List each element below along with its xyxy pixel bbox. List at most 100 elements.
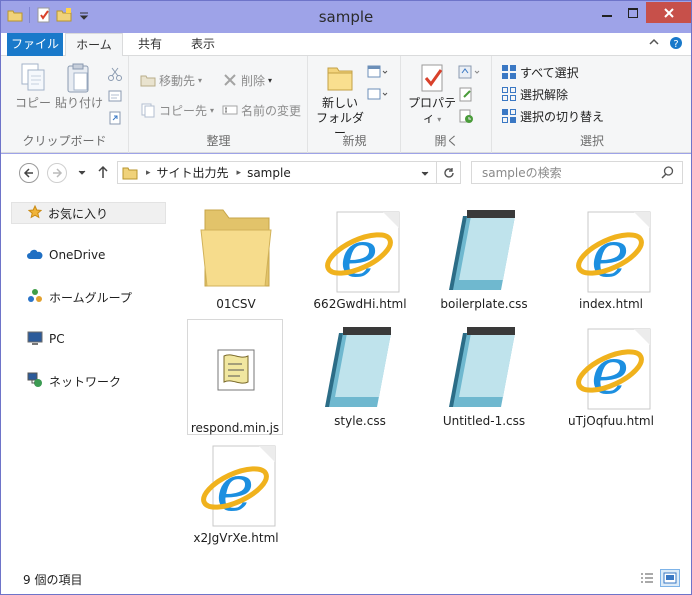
ie-html-file-icon: e: [179, 436, 293, 528]
svg-text:e: e: [591, 335, 629, 409]
file-item[interactable]: respond.min.js: [187, 319, 283, 435]
properties-button[interactable]: プロパティ ▾: [404, 62, 460, 127]
tab-view[interactable]: 表示: [177, 33, 229, 56]
select-group-label: 選択: [579, 134, 604, 148]
file-item[interactable]: 01CSV: [179, 196, 293, 312]
edit-icon[interactable]: [458, 84, 474, 104]
maximize-button[interactable]: [620, 2, 646, 23]
item-count: 9 個の項目: [23, 573, 83, 587]
details-view-icon: [641, 573, 653, 583]
select-none-button[interactable]: 選択解除: [501, 84, 568, 104]
file-item[interactable]: e 662GwdHi.html: [303, 196, 417, 312]
select-none-icon: [501, 86, 517, 102]
organize-group-label: 整理: [206, 134, 231, 148]
folder-icon: [179, 202, 293, 294]
invert-selection-icon: [501, 108, 517, 124]
tab-home[interactable]: ホーム: [65, 33, 123, 57]
pc-icon: [27, 330, 43, 349]
copy-path-icon[interactable]: [107, 86, 123, 106]
new-group-label: 新規: [342, 134, 367, 148]
open-icon[interactable]: [458, 62, 482, 82]
paste-icon: [63, 62, 95, 94]
notepad-css-file-icon: [303, 319, 417, 411]
cut-icon[interactable]: [107, 64, 123, 84]
refresh-button[interactable]: [436, 162, 460, 183]
search-icon[interactable]: [661, 166, 674, 179]
move-to-icon: [140, 72, 156, 88]
select-all-button[interactable]: すべて選択: [501, 62, 579, 82]
window-title: sample: [318, 8, 374, 26]
file-item[interactable]: e index.html: [554, 196, 668, 312]
recent-locations-icon[interactable]: [77, 167, 87, 181]
address-field[interactable]: ▸ サイト出力先 ▸ sample: [117, 161, 461, 184]
delete-button[interactable]: 削除 ▾: [222, 70, 272, 90]
nav-homegroup[interactable]: ホームグループ: [27, 287, 132, 307]
cloud-icon: [27, 248, 43, 263]
file-item[interactable]: e uTjOqfuu.html: [554, 313, 668, 429]
script-file-icon: [188, 326, 282, 418]
organize-group: 移動先 ▾ コピー先 ▾ 削除 ▾ 名前の変更 整理: [130, 56, 308, 153]
navigation-pane: お気に入り OneDrive ホームグループ PC ネットワーク: [1, 192, 171, 565]
ribbon: コピー 貼り付け クリップボード 移動先 ▾ コピー先 ▾ 削除 ▾ 名前の変更…: [1, 56, 691, 153]
new-item-icon[interactable]: [367, 62, 389, 82]
clipboard-group: コピー 貼り付け クリップボード: [1, 56, 129, 153]
minimize-button[interactable]: [594, 2, 620, 23]
breadcrumb-sample[interactable]: sample: [247, 166, 291, 180]
collapse-ribbon-icon[interactable]: [649, 37, 659, 50]
search-box[interactable]: sampleの検索: [471, 161, 683, 184]
svg-text:e: e: [340, 218, 378, 292]
clipboard-group-label: クリップボード: [22, 134, 107, 148]
file-item[interactable]: style.css: [303, 313, 417, 429]
status-bar: 9 個の項目: [1, 565, 691, 594]
address-dropdown-icon[interactable]: [420, 168, 430, 182]
new-group: 新しい フォルダー 新規: [309, 56, 401, 153]
rename-button[interactable]: 名前の変更: [222, 100, 301, 120]
new-folder-icon: [324, 62, 356, 94]
copy-button[interactable]: コピー: [15, 62, 51, 111]
rename-icon: [222, 102, 238, 118]
up-button[interactable]: [97, 165, 109, 182]
easy-access-icon[interactable]: [367, 84, 389, 104]
new-folder-button[interactable]: 新しい フォルダー: [313, 62, 367, 141]
back-button[interactable]: [19, 163, 39, 183]
folder-icon: [122, 165, 138, 181]
paste-shortcut-icon[interactable]: [107, 108, 123, 128]
forward-button[interactable]: [47, 163, 67, 183]
ribbon-tabs: ファイル ホーム 共有 表示 ?: [1, 33, 691, 149]
open-group: プロパティ ▾ 開く: [402, 56, 492, 153]
copy-to-button[interactable]: コピー先 ▾: [140, 100, 214, 120]
open-group-label: 開く: [434, 134, 459, 148]
search-input[interactable]: sampleの検索: [482, 164, 661, 181]
breadcrumb-site-output[interactable]: サイト出力先: [157, 164, 229, 181]
nav-favorites[interactable]: お気に入り: [11, 202, 166, 224]
history-icon[interactable]: [458, 106, 474, 126]
nav-pc[interactable]: PC: [27, 329, 65, 349]
homegroup-icon: [27, 288, 43, 307]
invert-selection-button[interactable]: 選択の切り替え: [501, 106, 604, 126]
help-icon[interactable]: ?: [669, 36, 683, 53]
details-view-button[interactable]: [637, 569, 657, 587]
properties-icon: [416, 62, 448, 94]
chevron-right-icon: ▸: [236, 167, 242, 178]
ie-html-file-icon: e: [554, 202, 668, 294]
notepad-css-file-icon: [427, 202, 541, 294]
tab-share[interactable]: 共有: [127, 33, 173, 56]
file-item[interactable]: e x2JgVrXe.html: [179, 430, 293, 546]
ie-html-file-icon: e: [303, 202, 417, 294]
copy-icon: [17, 62, 49, 94]
nav-onedrive[interactable]: OneDrive: [27, 245, 105, 265]
nav-network[interactable]: ネットワーク: [27, 371, 121, 391]
select-group: すべて選択 選択解除 選択の切り替え 選択: [493, 56, 691, 153]
large-icons-view-button[interactable]: [660, 569, 680, 587]
chevron-right-icon: ▸: [146, 167, 151, 178]
copy-to-icon: [140, 102, 156, 118]
svg-text:?: ?: [673, 39, 678, 50]
svg-text:e: e: [216, 452, 254, 526]
select-all-icon: [501, 64, 517, 80]
move-to-button[interactable]: 移動先 ▾: [140, 70, 202, 90]
file-item[interactable]: Untitled-1.css: [427, 313, 541, 429]
file-item[interactable]: boilerplate.css: [427, 196, 541, 312]
large-icons-view-icon: [663, 572, 677, 584]
paste-button[interactable]: 貼り付け: [55, 62, 103, 111]
close-button[interactable]: [646, 2, 691, 23]
